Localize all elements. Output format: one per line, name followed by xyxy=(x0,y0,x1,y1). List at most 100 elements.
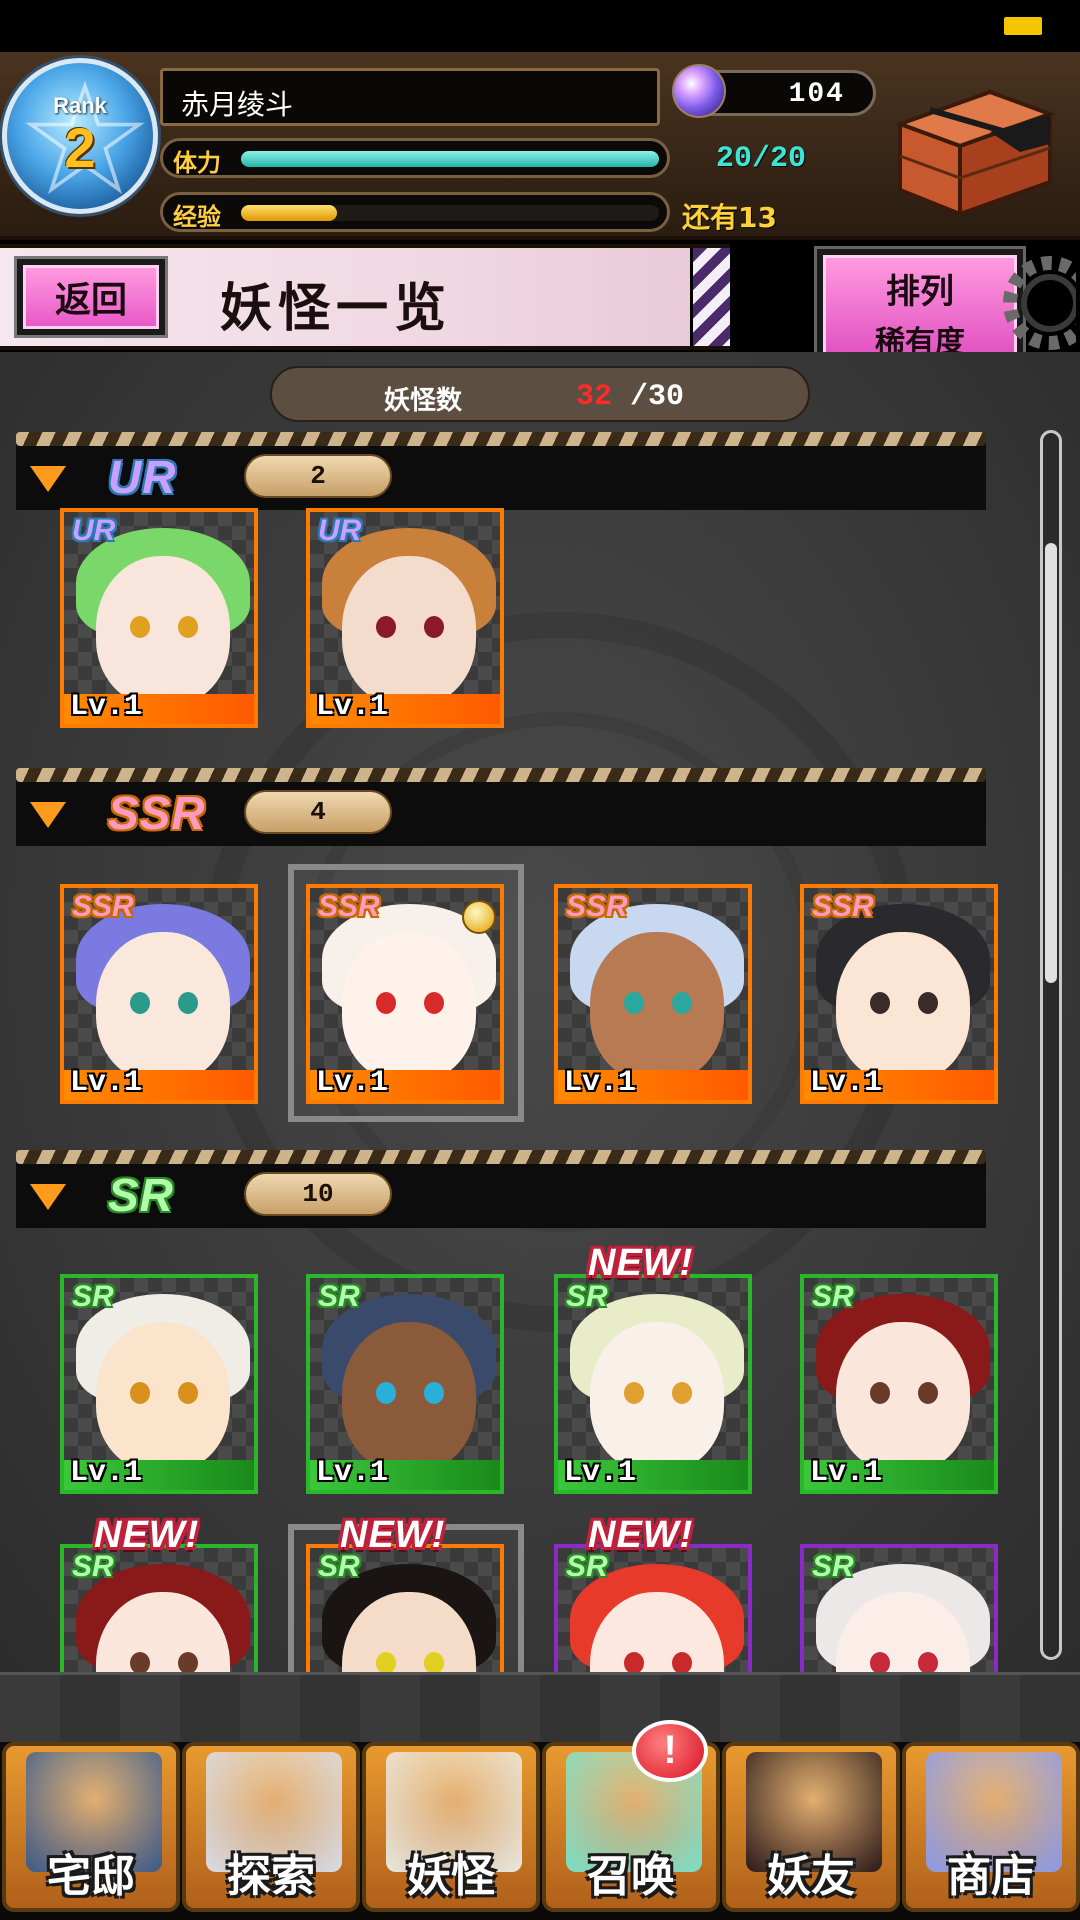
portrait-eye xyxy=(376,616,396,638)
monster-card[interactable]: SR xyxy=(306,1544,504,1672)
portrait-eye xyxy=(376,1652,396,1672)
section-header-sr[interactable]: SR 10 xyxy=(16,1150,986,1228)
bottom-nav: 宅邸 探索 妖怪 召唤 妖友 商店 xyxy=(0,1742,1080,1920)
portrait-eye xyxy=(130,616,150,638)
monster-card[interactable]: SSR Lv.1 xyxy=(800,884,998,1104)
nav-label: 探索 xyxy=(227,1851,315,1902)
section-rarity: SSR xyxy=(108,787,206,839)
portrait-eye xyxy=(376,992,396,1014)
nav-friends[interactable]: 妖友 xyxy=(722,1742,900,1912)
monster-count-current: 32 xyxy=(576,380,613,414)
card-rarity: UR xyxy=(72,514,116,547)
monster-count-max: /30 xyxy=(630,380,685,414)
monster-card[interactable]: SR Lv.1 xyxy=(60,1274,258,1494)
gem-count: 104 xyxy=(788,79,845,110)
nav-label: 宅邸 xyxy=(47,1851,135,1902)
sort-label: 排列 xyxy=(886,272,954,312)
portrait-eye xyxy=(424,616,444,638)
nav-shop[interactable]: 商店 xyxy=(902,1742,1080,1912)
monster-card[interactable]: SR xyxy=(800,1544,998,1672)
monster-card[interactable]: SR xyxy=(554,1544,752,1672)
card-level: Lv.1 xyxy=(316,1066,389,1100)
monster-card[interactable]: SR xyxy=(60,1544,258,1672)
portrait-face xyxy=(96,556,230,706)
rope-border xyxy=(16,432,986,446)
section-rarity: SR xyxy=(108,1169,174,1221)
monster-card[interactable]: SSR Lv.1 xyxy=(306,884,504,1104)
scrollbar[interactable] xyxy=(1040,430,1062,1660)
nav-label: 妖友 xyxy=(767,1851,855,1902)
monster-card[interactable]: SR Lv.1 xyxy=(306,1274,504,1494)
nav-explore[interactable]: 探索 xyxy=(182,1742,360,1912)
portrait-face xyxy=(96,1322,230,1472)
monster-card[interactable]: SSR Lv.1 xyxy=(554,884,752,1104)
page-title: 妖怪一览 xyxy=(220,278,453,339)
monster-card[interactable]: SSR Lv.1 xyxy=(60,884,258,1104)
nav-monsters[interactable]: 妖怪 xyxy=(362,1742,540,1912)
portrait-eye xyxy=(130,1382,150,1404)
treasure-chest-icon[interactable] xyxy=(880,74,1060,224)
section-header-ur[interactable]: UR 2 xyxy=(16,432,986,510)
collapse-arrow-icon[interactable] xyxy=(30,466,66,492)
portrait-eye xyxy=(918,1652,938,1672)
portrait-eye xyxy=(178,1652,198,1672)
exp-gauge: 经验 xyxy=(160,192,670,232)
portrait-eye xyxy=(424,1652,444,1672)
gear-icon xyxy=(1003,256,1076,350)
card-rarity: SSR xyxy=(72,890,134,923)
card-level: Lv.1 xyxy=(316,1456,389,1490)
card-level: Lv.1 xyxy=(564,1456,637,1490)
portrait-face xyxy=(836,1322,970,1472)
rank-badge[interactable]: Rank 2 xyxy=(2,58,158,214)
new-badge: NEW! xyxy=(94,1514,200,1556)
monster-card[interactable]: SR Lv.1 xyxy=(800,1274,998,1494)
monster-count: 妖怪数 32 /30 xyxy=(270,366,810,422)
exp-fill xyxy=(241,205,338,221)
monster-card[interactable]: UR Lv.1 xyxy=(60,508,258,728)
portrait-face xyxy=(342,556,476,706)
nav-label: 商店 xyxy=(947,1851,1035,1902)
portrait-eye xyxy=(918,992,938,1014)
player-name: 赤月绫斗 xyxy=(181,88,294,121)
monster-card[interactable]: UR Lv.1 xyxy=(306,508,504,728)
stamina-label: 体力 xyxy=(173,149,221,177)
portrait-face xyxy=(590,1322,724,1472)
card-level: Lv.1 xyxy=(70,1066,143,1100)
card-rarity: SR xyxy=(566,1280,608,1313)
scrollbar-thumb[interactable] xyxy=(1045,543,1057,983)
rope-border xyxy=(16,1150,986,1164)
portrait-eye xyxy=(424,992,444,1014)
card-level: Lv.1 xyxy=(70,690,143,724)
portrait-eye xyxy=(672,1382,692,1404)
monster-card[interactable]: SR Lv.1 xyxy=(554,1274,752,1494)
back-button[interactable]: 返回 xyxy=(14,256,168,338)
card-level: Lv.1 xyxy=(316,690,389,724)
portrait-eye xyxy=(624,992,644,1014)
stamina-value: 20/20 xyxy=(716,142,807,176)
portrait-face xyxy=(342,1322,476,1472)
portrait-face xyxy=(590,932,724,1082)
card-level: Lv.1 xyxy=(810,1066,883,1100)
collapse-arrow-icon[interactable] xyxy=(30,1184,66,1210)
card-level: Lv.1 xyxy=(70,1456,143,1490)
card-level: Lv.1 xyxy=(810,1456,883,1490)
rank-value: 2 xyxy=(64,116,96,179)
nav-mansion[interactable]: 宅邸 xyxy=(2,1742,180,1912)
section-header-ssr[interactable]: SSR 4 xyxy=(16,768,986,846)
collapse-arrow-icon[interactable] xyxy=(30,802,66,828)
card-rarity: SSR xyxy=(318,890,380,923)
card-rarity: SR xyxy=(812,1550,854,1583)
battery-icon xyxy=(1004,17,1042,35)
title-stripes xyxy=(690,248,730,346)
portrait-eye xyxy=(130,1652,150,1672)
portrait-eye xyxy=(918,1382,938,1404)
monster-list[interactable]: 妖怪数 32 /30 UR 2 UR Lv.1 UR Lv.1 SSR 4 SS… xyxy=(0,352,1080,1672)
player-name-box: 赤月绫斗 xyxy=(160,68,660,126)
card-rarity: SR xyxy=(318,1280,360,1313)
portrait-face xyxy=(342,932,476,1082)
alert-badge: ! xyxy=(632,1720,708,1782)
portrait-eye xyxy=(624,1382,644,1404)
exp-label: 经验 xyxy=(173,203,221,231)
portrait-eye xyxy=(376,1382,396,1404)
portrait-eye xyxy=(672,1652,692,1672)
